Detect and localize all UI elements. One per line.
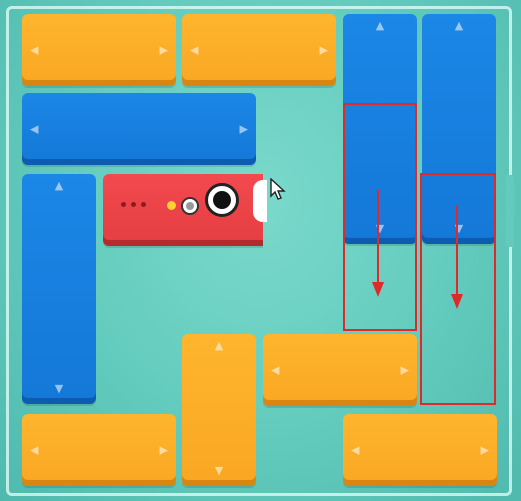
hint-arrow-down-icon-2 (451, 205, 463, 309)
game-board: ◀ ▶ ◀ ▶ ▲ ▼ ▲ ▼ ◀ ▶ ▲ ▼ ▲ ▼ ◀ ▶ ◀ ▶ ◀ ▶ (0, 0, 521, 501)
mouse-pointer-icon (270, 178, 286, 200)
hint-arrows (372, 190, 463, 309)
hint-arrow-down-icon-1 (372, 190, 384, 297)
